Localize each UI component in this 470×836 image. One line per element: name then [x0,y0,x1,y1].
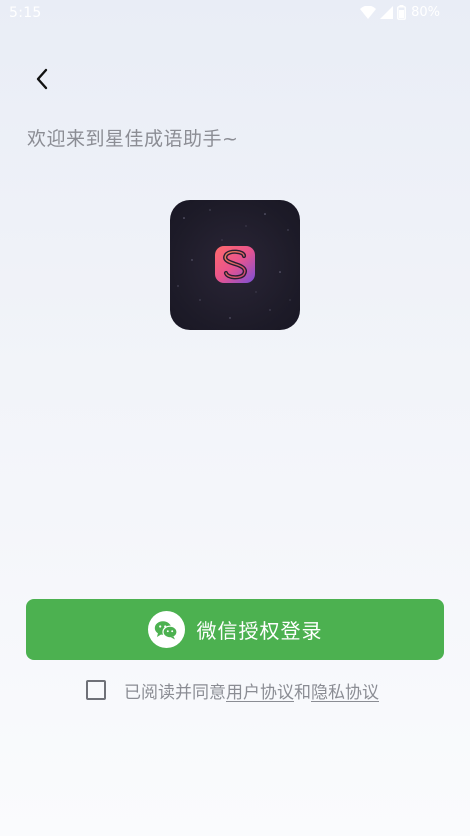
login-button-label: 微信授权登录 [196,619,323,643]
agreement-row: 已阅读并同意 用户协议 和 隐私协议 [86,678,379,703]
privacy-policy-link[interactable]: 隐私协议 [311,678,379,703]
app-logo [170,200,300,330]
status-icons: 80% [360,5,440,20]
chevron-left-icon [35,68,49,94]
status-bar: 5:15 80% [0,0,470,26]
wechat-login-button[interactable]: 微信授权登录 [26,599,444,660]
welcome-text: 欢迎来到星佳成语助手~ [27,128,239,150]
status-time: 5:15 [9,5,42,21]
back-button[interactable] [26,64,58,98]
signal-icon [380,6,394,19]
agreement-prefix: 已阅读并同意 [124,682,226,703]
agreement-checkbox[interactable] [86,680,106,700]
agreement-and: 和 [294,682,311,703]
user-agreement-link[interactable]: 用户协议 [226,678,294,703]
wechat-icon [147,611,185,648]
battery-icon [397,5,406,20]
wifi-icon [360,6,377,19]
battery-percentage: 80% [411,5,440,20]
